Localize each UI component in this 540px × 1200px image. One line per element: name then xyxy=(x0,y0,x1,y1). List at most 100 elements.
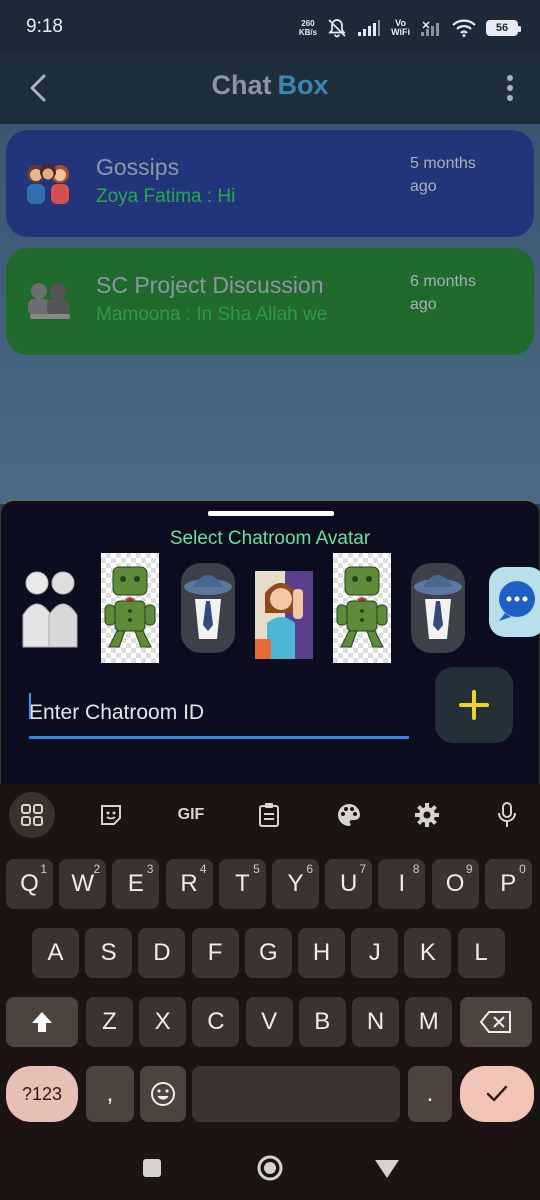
key-w[interactable]: W2 xyxy=(59,859,107,909)
key-s[interactable]: S xyxy=(85,928,133,978)
period-key[interactable]: . xyxy=(408,1066,452,1122)
chatroom-list: Gossips Zoya Fatima : Hi 5 months ago SC… xyxy=(0,124,540,504)
key-v[interactable]: V xyxy=(245,997,293,1047)
key-hint-number: 1 xyxy=(40,862,47,876)
plus-icon xyxy=(459,690,489,720)
status-icons: 260 KB/s Vo WiFi 56 xyxy=(299,16,521,40)
chatroom-id-input[interactable] xyxy=(29,689,409,739)
key-hint-number: 9 xyxy=(465,862,473,876)
key-r[interactable]: R4 xyxy=(165,859,213,909)
backspace-icon xyxy=(479,1011,511,1033)
girl-avatar[interactable] xyxy=(255,553,313,663)
vowifi-indicator: Vo WiFi xyxy=(391,18,410,37)
key-m[interactable]: M xyxy=(405,997,453,1047)
key-a[interactable]: A xyxy=(32,928,79,978)
avatar-picker[interactable] xyxy=(19,553,540,663)
key-label: G xyxy=(258,939,278,966)
hat-tie-avatar[interactable] xyxy=(409,553,467,663)
key-label: O xyxy=(445,870,465,897)
mic-icon[interactable] xyxy=(484,792,530,838)
key-hint-number: 2 xyxy=(93,862,101,876)
key-label: R xyxy=(180,870,198,897)
overflow-menu-button[interactable] xyxy=(500,70,520,110)
chat-bubble-avatar[interactable] xyxy=(485,553,540,663)
key-label: V xyxy=(261,1008,278,1035)
key-label: C xyxy=(207,1008,225,1035)
chatroom-time: 5 months ago xyxy=(410,155,476,195)
key-hint-number: 0 xyxy=(519,862,526,876)
sticker-icon[interactable] xyxy=(88,792,134,838)
group-figures-avatar[interactable] xyxy=(19,553,81,663)
robot-icon xyxy=(336,566,388,648)
key-hint-number: 8 xyxy=(412,862,420,876)
keyboard-row-3: ZX C V B NM xyxy=(0,997,540,1047)
key-label: F xyxy=(207,939,223,966)
chatroom-last-message: Mamoona : In Sha Allah we xyxy=(96,304,328,325)
create-chatroom-sheet: Select Chatroom Avatar xyxy=(0,500,540,784)
key-j[interactable]: J xyxy=(351,928,399,978)
green-robot-avatar[interactable] xyxy=(333,553,391,663)
chatroom-last-message: Zoya Fatima : Hi xyxy=(96,186,236,207)
key-p[interactable]: P0 xyxy=(484,859,532,909)
chatroom-item-sc-project[interactable]: SC Project Discussion Mamoona : In Sha A… xyxy=(6,248,534,355)
gear-icon[interactable] xyxy=(404,792,450,838)
triangle-back-icon[interactable] xyxy=(374,1158,400,1180)
key-hint-number: 3 xyxy=(146,862,154,876)
key-hint-number: 4 xyxy=(199,862,207,876)
key-c[interactable]: C xyxy=(192,997,240,1047)
key-k[interactable]: K xyxy=(404,928,452,978)
key-h[interactable]: H xyxy=(298,928,345,978)
key-y[interactable]: Y6 xyxy=(272,859,319,909)
key-u[interactable]: U7 xyxy=(325,859,373,909)
square-icon[interactable] xyxy=(142,1158,162,1178)
chatroom-item-gossips[interactable]: Gossips Zoya Fatima : Hi 5 months ago xyxy=(6,130,534,237)
key-f[interactable]: F xyxy=(191,928,239,978)
add-chatroom-button[interactable] xyxy=(435,667,513,743)
enter-key[interactable] xyxy=(460,1066,534,1122)
robot-icon xyxy=(104,566,156,648)
apps-grid-icon[interactable] xyxy=(9,792,55,838)
key-t[interactable]: T5 xyxy=(218,859,266,909)
key-label: S xyxy=(100,939,117,966)
key-g[interactable]: G xyxy=(244,928,292,978)
keyboard-row-4: ?123 , . xyxy=(0,1066,540,1122)
emoji-key[interactable] xyxy=(140,1066,186,1122)
key-label: H xyxy=(312,939,331,966)
key-label: B xyxy=(314,1008,331,1035)
key-label: W xyxy=(71,870,95,897)
key-z[interactable]: Z xyxy=(86,997,133,1047)
key-b[interactable]: B xyxy=(298,997,346,1047)
key-label: A xyxy=(47,939,64,966)
key-label: N xyxy=(366,1008,385,1035)
comma-key[interactable]: , xyxy=(86,1066,134,1122)
key-label: Y xyxy=(287,870,304,897)
hat-tie-avatar[interactable] xyxy=(179,553,237,663)
key-o[interactable]: O9 xyxy=(431,859,479,909)
keyboard-row-2: A SDF G HJKL xyxy=(0,928,540,978)
keyboard-toolbar: GIF xyxy=(0,784,540,844)
key-n[interactable]: N xyxy=(352,997,399,1047)
chatroom-avatar xyxy=(27,164,69,204)
circle-home-icon[interactable] xyxy=(256,1154,284,1182)
chatroom-time: 6 months ago xyxy=(410,273,476,313)
backspace-key[interactable] xyxy=(460,997,532,1047)
sheet-drag-handle[interactable] xyxy=(208,511,334,516)
key-label: L xyxy=(474,939,488,966)
key-hint-number: 5 xyxy=(253,862,260,876)
key-q[interactable]: Q1 xyxy=(6,859,53,909)
key-label: X xyxy=(154,1008,171,1035)
spacebar-key[interactable] xyxy=(192,1066,400,1122)
shift-key[interactable] xyxy=(6,997,78,1047)
key-x[interactable]: X xyxy=(139,997,187,1047)
green-robot-avatar[interactable] xyxy=(101,553,159,663)
battery-indicator: 56 xyxy=(486,20,521,36)
key-l[interactable]: L xyxy=(457,928,505,978)
chatroom-name: Gossips xyxy=(96,154,180,180)
key-e[interactable]: E3 xyxy=(112,859,160,909)
key-i[interactable]: I8 xyxy=(378,859,426,909)
clipboard-icon[interactable] xyxy=(246,792,292,838)
symbols-key[interactable]: ?123 xyxy=(6,1066,78,1122)
palette-icon[interactable] xyxy=(326,792,372,838)
gif-button[interactable]: GIF xyxy=(168,792,214,838)
key-d[interactable]: D xyxy=(138,928,186,978)
